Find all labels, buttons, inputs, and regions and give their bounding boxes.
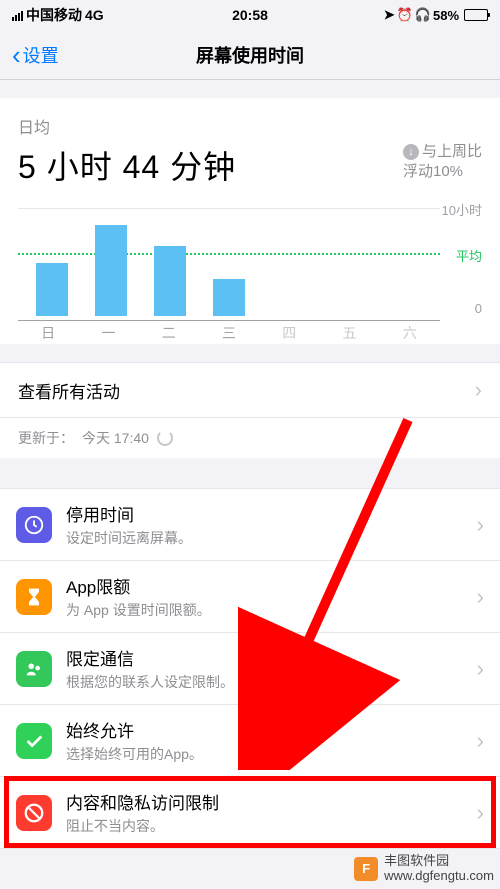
list-item-always-allowed[interactable]: 始终允许 选择始终可用的App。 ›: [0, 705, 500, 777]
communication-title: 限定通信: [66, 645, 477, 670]
chevron-right-icon: ›: [475, 377, 482, 403]
see-all-activity[interactable]: 查看所有活动 ›: [0, 362, 500, 418]
network-label: 4G: [85, 7, 104, 23]
delta-line1: 与上周比: [422, 142, 482, 162]
x-tick: 六: [394, 321, 426, 340]
chevron-left-icon: ‹: [12, 42, 21, 68]
x-tick: 四: [273, 321, 305, 340]
communication-sub: 根据您的联系人设定限制。: [66, 672, 477, 692]
y-label-top: 10小时: [442, 200, 482, 219]
app-limits-title: App限额: [66, 573, 477, 598]
see-all-label: 查看所有活动: [18, 378, 120, 403]
signal-icon: [12, 10, 23, 21]
list-item-communication[interactable]: 限定通信 根据您的联系人设定限制。 ›: [0, 633, 500, 705]
app-limits-sub: 为 App 设置时间限额。: [66, 600, 477, 620]
list-item-app-limits[interactable]: App限额 为 App 设置时间限额。 ›: [0, 561, 500, 633]
back-button[interactable]: ‹ 设置: [12, 42, 59, 68]
content-privacy-title: 内容和隐私访问限制: [66, 789, 477, 814]
chart-bar: [95, 225, 127, 316]
list-item-content-privacy[interactable]: 内容和隐私访问限制 阻止不当内容。 ›: [0, 777, 500, 849]
updated-at-row: 更新于： 今天 17:40: [0, 418, 500, 458]
always-allowed-sub: 选择始终可用的App。: [66, 744, 477, 764]
locate-icon: ➤: [384, 7, 395, 23]
always-allowed-title: 始终允许: [66, 717, 477, 742]
chart-bar: [213, 279, 245, 316]
carrier-label: 中国移动: [26, 5, 82, 25]
chevron-right-icon: ›: [477, 512, 484, 538]
chart-bar: [36, 263, 68, 317]
daily-avg-label: 日均: [18, 114, 482, 138]
status-time: 20:58: [171, 7, 330, 23]
watermark-logo-icon: F: [354, 857, 378, 881]
x-tick: 日: [32, 321, 64, 340]
delta-box: ↓ 与上周比 浮动10%: [403, 142, 482, 181]
spinner-icon: [157, 430, 173, 446]
chevron-right-icon: ›: [477, 728, 484, 754]
communication-icon: [16, 651, 52, 687]
avg-time-value: 5 小时 44 分钟: [18, 142, 236, 188]
watermark-name: 丰图软件园: [384, 854, 494, 868]
x-tick: 二: [153, 321, 185, 340]
checkmark-icon: [16, 723, 52, 759]
usage-bar-chart: 10小时 平均 0 日 一 二 三 四 五 六: [18, 200, 482, 340]
watermark: F 丰图软件园 www.dgfengtu.com: [354, 854, 494, 883]
list-item-downtime[interactable]: 停用时间 设定时间远离屏幕。 ›: [0, 489, 500, 561]
nav-bar: ‹ 设置 屏幕使用时间: [0, 30, 500, 80]
settings-list: 停用时间 设定时间远离屏幕。 › App限额 为 App 设置时间限额。 › 限…: [0, 488, 500, 849]
hourglass-icon: [16, 579, 52, 615]
y-label-avg: 平均: [456, 246, 482, 265]
x-tick: 三: [213, 321, 245, 340]
delta-line2: 浮动10%: [403, 162, 482, 182]
alarm-icon: ⏰: [397, 7, 413, 23]
chevron-right-icon: ›: [477, 800, 484, 826]
summary-card: 日均 5 小时 44 分钟 ↓ 与上周比 浮动10% 10小时 平均 0 日 一 二…: [0, 98, 500, 344]
headphones-icon: 🎧: [415, 7, 431, 23]
y-label-bottom: 0: [475, 301, 482, 316]
battery-pct: 58%: [433, 8, 459, 23]
down-arrow-icon: ↓: [403, 144, 419, 160]
page-title: 屏幕使用时间: [196, 42, 304, 68]
chart-bar: [154, 246, 186, 316]
content-privacy-sub: 阻止不当内容。: [66, 816, 477, 836]
status-bar: 中国移动 4G 20:58 ➤ ⏰ 🎧 58%: [0, 0, 500, 30]
downtime-title: 停用时间: [66, 501, 477, 526]
watermark-url: www.dgfengtu.com: [384, 869, 494, 883]
downtime-icon: [16, 507, 52, 543]
no-entry-icon: [16, 795, 52, 831]
downtime-sub: 设定时间远离屏幕。: [66, 528, 477, 548]
x-tick: 一: [92, 321, 124, 340]
x-tick: 五: [334, 321, 366, 340]
chevron-right-icon: ›: [477, 656, 484, 682]
battery-icon: [464, 9, 488, 21]
updated-prefix: 更新于：: [18, 428, 74, 448]
x-axis: 日一二三四五六: [18, 320, 440, 340]
updated-time: 今天 17:40: [82, 428, 149, 448]
chevron-right-icon: ›: [477, 584, 484, 610]
back-label: 设置: [23, 42, 59, 68]
